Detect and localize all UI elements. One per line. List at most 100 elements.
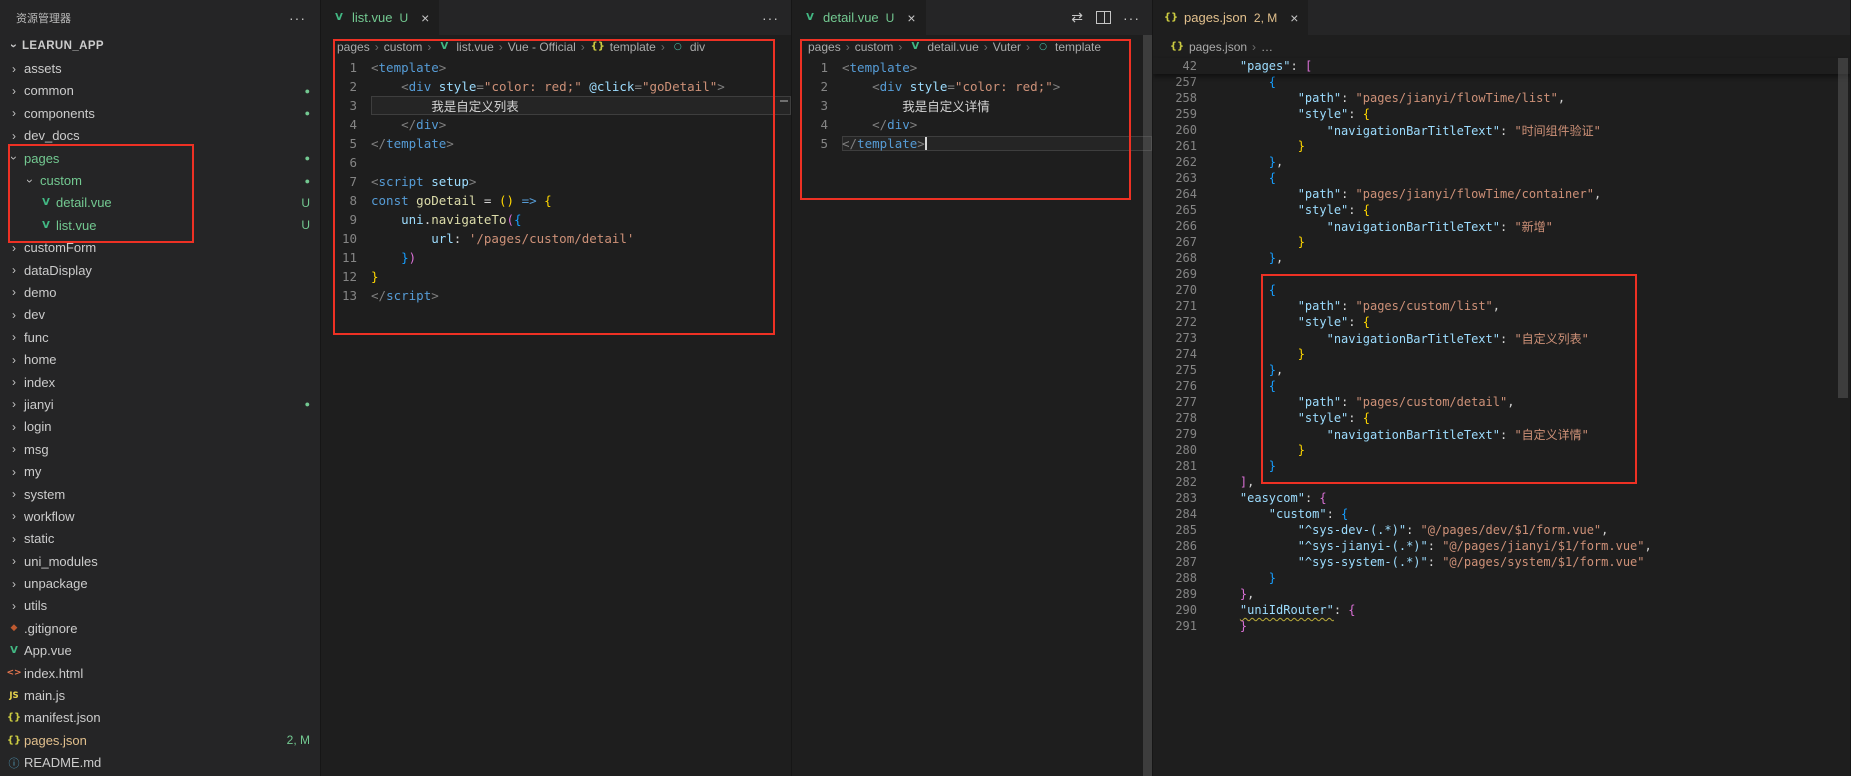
- code-line-268[interactable]: 268 },: [1153, 250, 1850, 266]
- code-line-274[interactable]: 274 }: [1153, 346, 1850, 362]
- code-editor[interactable]: 1<template>2 <div style="color: red;" @c…: [321, 58, 791, 305]
- tree-item-system[interactable]: ›system: [0, 483, 320, 505]
- code-line-8[interactable]: 8const goDetail = () => {: [321, 191, 791, 210]
- tree-item-utils[interactable]: ›utils: [0, 595, 320, 617]
- code-line-267[interactable]: 267 }: [1153, 234, 1850, 250]
- open-changes-icon[interactable]: ⇄: [1071, 9, 1084, 26]
- tree-item-dataDisplay[interactable]: ›dataDisplay: [0, 259, 320, 281]
- code-line-2[interactable]: 2 <div style="color: red;">: [792, 77, 1152, 96]
- tree-item-uni_modules[interactable]: ›uni_modules: [0, 550, 320, 572]
- tree-item-list.vue[interactable]: Vlist.vueU: [0, 214, 320, 236]
- code-line-275[interactable]: 275 },: [1153, 362, 1850, 378]
- code-line-260[interactable]: 260 "navigationBarTitleText": "时间组件验证": [1153, 122, 1850, 138]
- close-icon[interactable]: ×: [1290, 11, 1298, 25]
- close-icon[interactable]: ×: [421, 11, 429, 25]
- code-line-284[interactable]: 284 "custom": {: [1153, 506, 1850, 522]
- breadcrumb-item-Vue - Official[interactable]: Vue - Official: [508, 40, 576, 54]
- code-line-261[interactable]: 261 }: [1153, 138, 1850, 154]
- tree-item-README.md[interactable]: ⓘREADME.md: [0, 752, 320, 774]
- tree-item-assets[interactable]: ›assets: [0, 57, 320, 79]
- breadcrumb-item-template[interactable]: {}template: [590, 40, 656, 54]
- breadcrumb-item-custom[interactable]: custom: [855, 40, 894, 54]
- breadcrumb-item-pages[interactable]: pages: [337, 40, 370, 54]
- breadcrumb-item-pages.json[interactable]: {}pages.json: [1169, 40, 1247, 54]
- code-line-287[interactable]: 287 "^sys-system-(.*)": "@/pages/system/…: [1153, 554, 1850, 570]
- code-line-288[interactable]: 288 }: [1153, 570, 1850, 586]
- tree-item-.gitignore[interactable]: ◆.gitignore: [0, 617, 320, 639]
- code-line-280[interactable]: 280 }: [1153, 442, 1850, 458]
- code-line-270[interactable]: 270 {: [1153, 282, 1850, 298]
- code-line-5[interactable]: 5</template>: [792, 134, 1152, 153]
- code-line-262[interactable]: 262 },: [1153, 154, 1850, 170]
- code-line-5[interactable]: 5</template>: [321, 134, 791, 153]
- breadcrumb-item-Vuter[interactable]: Vuter: [993, 40, 1021, 54]
- explorer-root-folder[interactable]: › LEARUN_APP: [0, 35, 320, 57]
- more-actions-icon[interactable]: ···: [1123, 10, 1140, 26]
- tree-item-main.js[interactable]: JSmain.js: [0, 684, 320, 706]
- code-line-276[interactable]: 276 {: [1153, 378, 1850, 394]
- code-line-289[interactable]: 289 },: [1153, 586, 1850, 602]
- code-line-263[interactable]: 263 {: [1153, 170, 1850, 186]
- code-line-283[interactable]: 283 "easycom": {: [1153, 490, 1850, 506]
- tab-detail-vue[interactable]: Vdetail.vueU×: [792, 0, 926, 35]
- breadcrumb-item-detail.vue[interactable]: Vdetail.vue: [907, 40, 978, 54]
- tree-item-demo[interactable]: ›demo: [0, 281, 320, 303]
- tree-item-common[interactable]: ›common●: [0, 80, 320, 102]
- code-line-4[interactable]: 4 </div>: [321, 115, 791, 134]
- code-line-7[interactable]: 7<script setup>: [321, 172, 791, 191]
- code-line-10[interactable]: 10 url: '/pages/custom/detail': [321, 229, 791, 248]
- breadcrumb-item-template[interactable]: ○template: [1035, 40, 1101, 54]
- tree-item-my[interactable]: ›my: [0, 460, 320, 482]
- code-line-279[interactable]: 279 "navigationBarTitleText": "自定义详情": [1153, 426, 1850, 442]
- code-line-265[interactable]: 265 "style": {: [1153, 202, 1850, 218]
- tree-item-dev[interactable]: ›dev: [0, 304, 320, 326]
- tree-item-func[interactable]: ›func: [0, 326, 320, 348]
- code-editor[interactable]: 1<template>2 <div style="color: red;">3 …: [792, 58, 1152, 153]
- tree-item-customForm[interactable]: ›customForm: [0, 237, 320, 259]
- tree-item-pages.json[interactable]: {}pages.json2, M: [0, 729, 320, 751]
- breadcrumb-item-pages[interactable]: pages: [808, 40, 841, 54]
- tree-item-detail.vue[interactable]: Vdetail.vueU: [0, 192, 320, 214]
- code-line-286[interactable]: 286 "^sys-jianyi-(.*)": "@/pages/jianyi/…: [1153, 538, 1850, 554]
- breadcrumb-item-div[interactable]: ○div: [670, 40, 705, 54]
- code-line-1[interactable]: 1<template>: [321, 58, 791, 77]
- code-line-258[interactable]: 258 "path": "pages/jianyi/flowTime/list"…: [1153, 90, 1850, 106]
- code-line-271[interactable]: 271 "path": "pages/custom/list",: [1153, 298, 1850, 314]
- code-line-278[interactable]: 278 "style": {: [1153, 410, 1850, 426]
- code-line-4[interactable]: 4 </div>: [792, 115, 1152, 134]
- tree-item-home[interactable]: ›home: [0, 348, 320, 370]
- code-line-259[interactable]: 259 "style": {: [1153, 106, 1850, 122]
- code-line-257[interactable]: 257 {: [1153, 74, 1850, 90]
- code-line-281[interactable]: 281 }: [1153, 458, 1850, 474]
- code-line-266[interactable]: 266 "navigationBarTitleText": "新增": [1153, 218, 1850, 234]
- tree-item-workflow[interactable]: ›workflow: [0, 505, 320, 527]
- code-line-277[interactable]: 277 "path": "pages/custom/detail",: [1153, 394, 1850, 410]
- tree-item-jianyi[interactable]: ›jianyi●: [0, 393, 320, 415]
- scrollbar[interactable]: [1838, 58, 1848, 398]
- code-line-13[interactable]: 13</script>: [321, 286, 791, 305]
- code-line-1[interactable]: 1<template>: [792, 58, 1152, 77]
- tree-item-App.vue[interactable]: VApp.vue: [0, 640, 320, 662]
- split-editor-icon[interactable]: [1096, 11, 1111, 24]
- code-line-264[interactable]: 264 "path": "pages/jianyi/flowTime/conta…: [1153, 186, 1850, 202]
- more-actions-icon[interactable]: ···: [762, 10, 779, 26]
- tree-item-custom[interactable]: ›custom●: [0, 169, 320, 191]
- code-line-6[interactable]: 6: [321, 153, 791, 172]
- breadcrumb-item-…[interactable]: …: [1261, 40, 1273, 54]
- code-line-3[interactable]: 3 我是自定义列表: [321, 96, 791, 115]
- tree-item-index[interactable]: ›index: [0, 371, 320, 393]
- tree-item-static[interactable]: ›static: [0, 528, 320, 550]
- code-line-9[interactable]: 9 uni.navigateTo({: [321, 210, 791, 229]
- tree-item-msg[interactable]: ›msg: [0, 438, 320, 460]
- tree-item-manifest.json[interactable]: {}manifest.json: [0, 707, 320, 729]
- tree-item-unpackage[interactable]: ›unpackage: [0, 572, 320, 594]
- more-actions-icon[interactable]: ···: [289, 10, 306, 26]
- code-line-273[interactable]: 273 "navigationBarTitleText": "自定义列表": [1153, 330, 1850, 346]
- tree-item-index.html[interactable]: <>index.html: [0, 662, 320, 684]
- scrollbar[interactable]: [1143, 35, 1152, 776]
- code-line-269[interactable]: 269: [1153, 266, 1850, 282]
- breadcrumb-item-list.vue[interactable]: Vlist.vue: [436, 40, 493, 54]
- sticky-scroll-line[interactable]: 42 "pages": [: [1153, 58, 1850, 74]
- tree-item-dev_docs[interactable]: ›dev_docs: [0, 125, 320, 147]
- code-line-282[interactable]: 282 ],: [1153, 474, 1850, 490]
